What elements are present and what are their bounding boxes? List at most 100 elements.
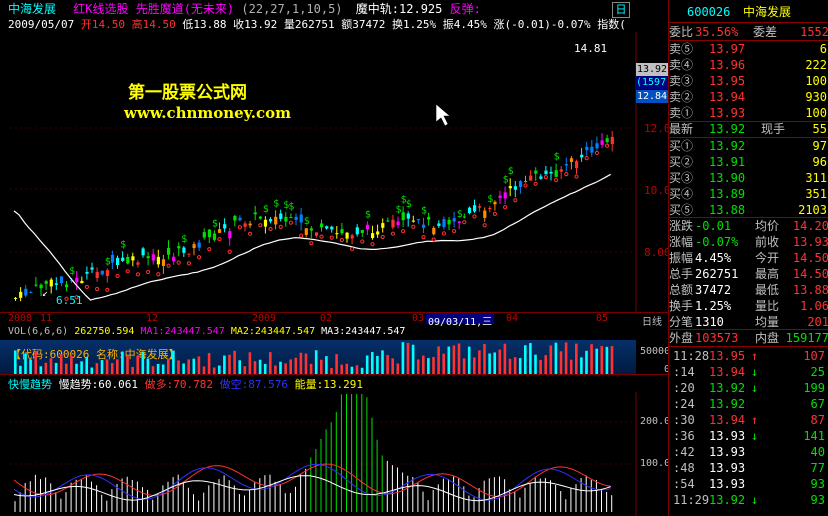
trend-title[interactable]: 快慢趋势 [8, 378, 52, 391]
support-dot [503, 205, 508, 210]
stat-row: 涨跌 -0.01 均价 14.20 [669, 218, 828, 234]
short-line [13, 463, 611, 501]
low-value: 低13.88 [182, 18, 227, 31]
sell-price: 13.97 [709, 42, 746, 56]
stat-value: 14.20 [792, 219, 828, 233]
volume-bar [85, 356, 88, 374]
volume-bar [422, 355, 425, 374]
candle-body [585, 146, 589, 151]
buy-price: 13.92 [709, 139, 746, 153]
sell-row: 卖② 13.94 930 [669, 89, 828, 105]
stat-value: 1.25% [695, 299, 732, 313]
candle-body [360, 230, 364, 233]
buy-label: 买⑤ [669, 203, 694, 217]
volume-bar [427, 358, 430, 374]
quote-code: 600026 [687, 5, 731, 19]
sell-volume: 222 [805, 58, 827, 72]
volume-bar [350, 366, 354, 374]
time-label-02: 02 [320, 313, 333, 324]
volume-bar [24, 353, 27, 374]
trough-annotation: 6.51 [56, 294, 83, 307]
chart-area[interactable]: 中海发展 红K线选股 先胜魔道(无未来) (22,27,1,10,5) 魔中轨:… [0, 0, 677, 516]
volume-bar [600, 346, 604, 374]
outer-inner-row: 外盘 103573 内盘 159177 [669, 330, 828, 346]
candle-body [447, 219, 451, 225]
tick-price: 13.94 [709, 365, 746, 379]
sell-volume: 930 [805, 90, 827, 104]
candle-body [600, 140, 604, 145]
index-label[interactable]: 指数( [597, 18, 626, 31]
support-dot [543, 175, 549, 180]
candle-body [442, 219, 446, 228]
volume-bar [100, 360, 104, 374]
time-label-12: 12 [146, 313, 159, 324]
weibi-value: 35.56% [695, 25, 739, 39]
stat-row: 振幅 4.45% 今开 14.50 [669, 250, 828, 266]
stat-value: 1.06 [800, 299, 828, 313]
support-dot [186, 261, 191, 266]
quote-panel: 600026 中海发展 委比 35.56% 委差 1552 卖⑤ 13.97 6 卖④… [668, 0, 828, 516]
time-axis: 2008 11 12 2009 02 03 09/03/11,三 04 05 日… [0, 312, 668, 328]
candle-body [24, 288, 28, 296]
stat-label: 涨幅 [669, 235, 694, 249]
sell-label: 卖① [669, 106, 694, 120]
tick-volume: 67 [810, 397, 825, 411]
restore-button[interactable]: 日 [612, 2, 630, 18]
candle-body [539, 176, 543, 179]
volume-bar [452, 345, 456, 374]
amplitude-value: 振4.45% [442, 18, 487, 31]
volume-bar [151, 366, 155, 374]
support-dot [533, 181, 538, 186]
volume-bar [406, 342, 410, 374]
support-dot [523, 183, 528, 188]
volume-bar [228, 354, 231, 374]
sell-volume: 100 [805, 74, 827, 88]
candle-body [19, 291, 23, 298]
support-dot [95, 286, 100, 292]
candle-body [422, 224, 426, 228]
volume-title[interactable]: VOL(6,6,6) [8, 326, 68, 337]
candle-body [330, 226, 334, 230]
volume-bar [248, 352, 252, 374]
time-label-2009: 2009 [252, 313, 277, 324]
volume-bar [233, 350, 236, 374]
buy-signal-marker: $ [181, 234, 187, 245]
volume-ma1: MA1:243447.547 [140, 326, 225, 337]
tick-row: :48 13.93 77 [669, 460, 828, 476]
trend-chart[interactable] [0, 392, 668, 516]
volume-bar [95, 363, 99, 374]
tick-time: :20 [673, 381, 695, 395]
tick-volume: 141 [803, 429, 825, 443]
energy-bars [14, 394, 613, 512]
stat-row: 分笔 1310 均量 201 [669, 314, 828, 330]
time-cursor-label: 09/03/11,三 [426, 313, 495, 328]
tick-price: 13.93 [709, 429, 746, 443]
stat-label: 量比 [755, 299, 780, 313]
stat-value: 262751 [695, 267, 739, 281]
buy-price: 13.91 [709, 155, 746, 169]
stat-value: 13.88 [792, 283, 828, 297]
period-button[interactable]: 日线 [642, 313, 662, 328]
volume-bar [167, 358, 170, 374]
volume-bar [131, 366, 134, 374]
candle-body [233, 215, 237, 221]
support-dot [370, 242, 375, 247]
buy-label: 买② [669, 155, 694, 169]
stat-label: 换手 [669, 299, 694, 313]
inner-value: 159177 [785, 331, 828, 345]
support-dot [554, 178, 559, 183]
tick-volume: 40 [810, 445, 825, 459]
candle-body [223, 224, 227, 229]
volume-chart[interactable] [0, 340, 636, 374]
volume-bar [580, 357, 583, 374]
volume-bar [274, 365, 277, 374]
candle-body [564, 164, 568, 166]
latest-row: 最新 13.92 现手 55 [669, 121, 828, 137]
candle-body [350, 235, 354, 239]
buy-row: 买② 13.91 96 [669, 154, 828, 170]
stat-value: 37472 [695, 283, 732, 297]
price-chart[interactable]: $$$ $$$$ $ $$$ $$ $$ $$$$$ [0, 32, 668, 312]
candle-body [228, 231, 232, 239]
indicator-name[interactable]: 红K线选股 先胜魔道(无未来) [73, 2, 234, 16]
buy-signal-marker: $ [105, 256, 111, 267]
